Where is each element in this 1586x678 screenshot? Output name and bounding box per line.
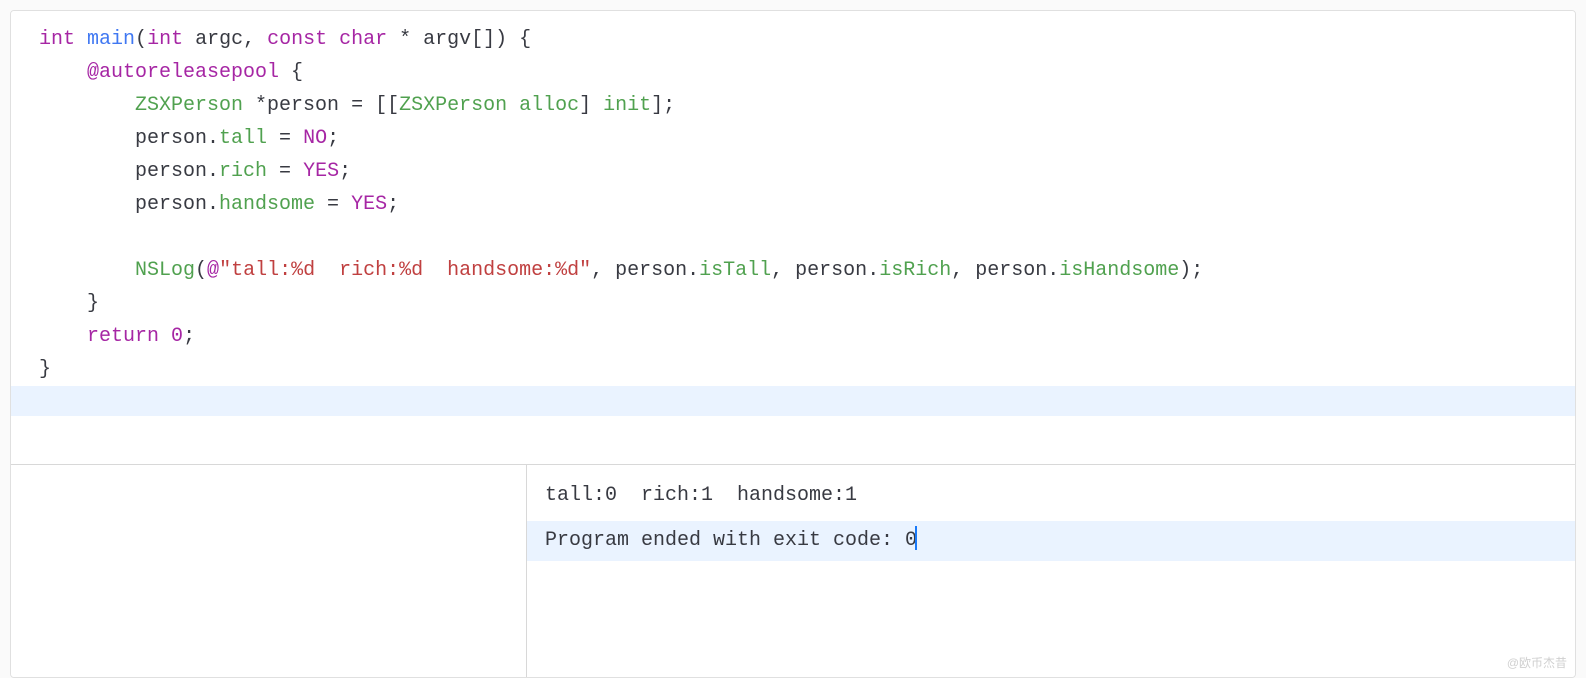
editor-window: int main(int argc, const char * argv[]) …: [10, 10, 1576, 678]
console-output-line: tall:0 rich:1 handsome:1: [545, 484, 857, 507]
editor-gap: [11, 416, 1575, 464]
code-editor[interactable]: int main(int argc, const char * argv[]) …: [11, 11, 1575, 416]
keyword-return: return: [87, 325, 159, 348]
current-line-highlight: [11, 386, 1575, 416]
function-main: main: [87, 28, 135, 51]
autoreleasepool: @autoreleasepool: [87, 61, 279, 84]
keyword-int: int: [39, 28, 75, 51]
watermark: @欧币杰昔: [1507, 653, 1567, 673]
debug-console: tall:0 rich:1 handsome:1 Program ended wi…: [11, 464, 1575, 677]
debug-variables-pane[interactable]: [11, 465, 527, 677]
nslog-call: NSLog: [135, 259, 195, 282]
text-cursor: [915, 526, 917, 550]
debug-output-pane[interactable]: tall:0 rich:1 handsome:1 Program ended wi…: [527, 465, 1575, 677]
console-exit-line: Program ended with exit code: 0: [527, 521, 1575, 561]
